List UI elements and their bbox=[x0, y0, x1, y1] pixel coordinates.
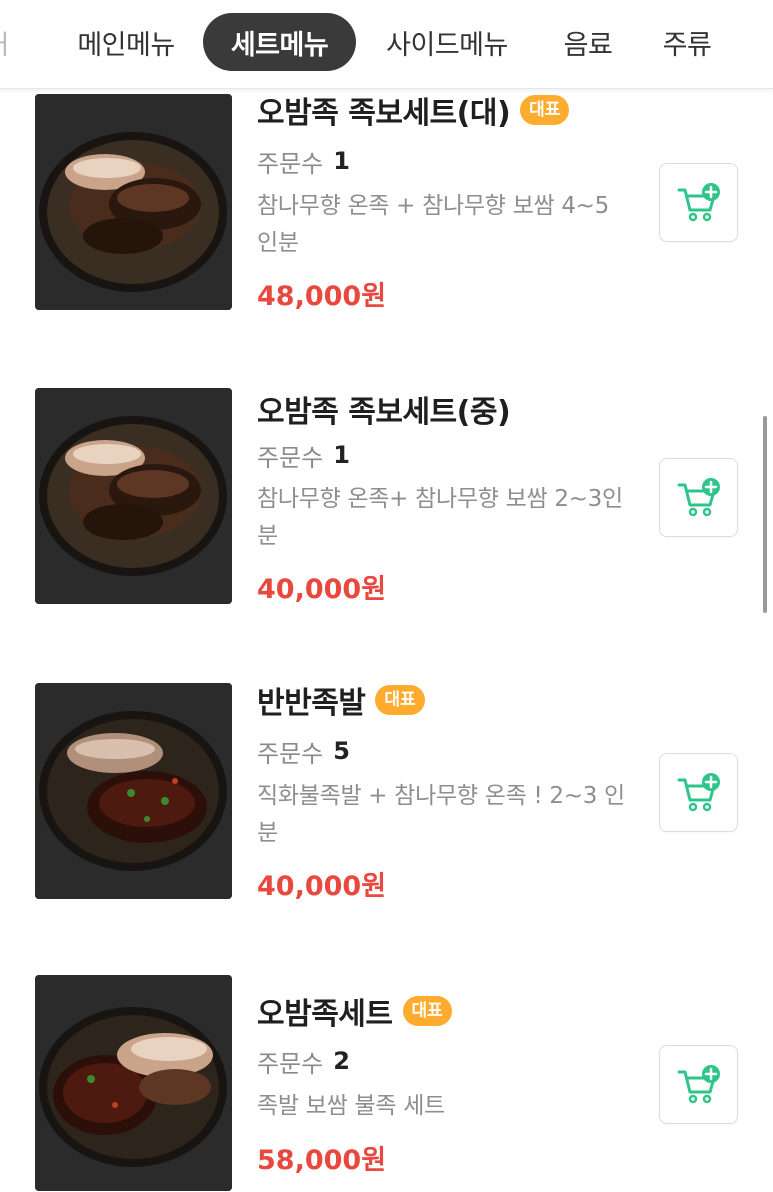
cart-add-icon bbox=[677, 772, 720, 811]
order-count-row: 주문수 5 bbox=[257, 733, 350, 769]
menu-item[interactable]: 오밤족 족보세트(중) 주문수 1 참나무향 온족+ 참나무향 보쌈 2~3인분… bbox=[0, 349, 773, 643]
signature-badge: 대표 bbox=[402, 996, 452, 1026]
menu-item-description: 참나무향 온족+ 참나무향 보쌈 2~3인분 bbox=[257, 486, 623, 549]
food-photo-icon bbox=[35, 683, 232, 899]
category-tab-bar: ㅓ 메인메뉴 세트메뉴 사이드메뉴 음료 주류 bbox=[0, 0, 773, 89]
add-to-cart-button[interactable] bbox=[659, 753, 738, 832]
tab-drinks[interactable]: 음료 bbox=[553, 13, 623, 71]
vertical-scrollbar[interactable] bbox=[763, 416, 767, 613]
add-to-cart-button[interactable] bbox=[659, 1045, 738, 1124]
menu-item-name: 오밤족 족보세트(대) bbox=[257, 96, 511, 131]
menu-item-description: 참나무향 온족 + 참나무향 보쌈 4~5인분 bbox=[257, 193, 609, 256]
signature-badge: 대표 bbox=[520, 95, 570, 125]
tab-label: 세트메뉴 bbox=[230, 29, 329, 61]
menu-item-title-row: 반반족발 대표 bbox=[257, 678, 425, 722]
set-menu-screen: ㅓ 메인메뉴 세트메뉴 사이드메뉴 음료 주류 오밤족 족보세트(대) 대표 주… bbox=[0, 0, 773, 1192]
menu-item-title-row: 오밤족 족보세트(중) bbox=[257, 387, 511, 431]
menu-item-photo bbox=[35, 975, 232, 1191]
cart-add-icon bbox=[677, 477, 720, 516]
menu-item-name: 반반족발 bbox=[257, 686, 366, 721]
menu-item-title-row: 오밤족 족보세트(대) 대표 bbox=[257, 88, 570, 132]
tab-set-menu[interactable]: 세트메뉴 bbox=[203, 13, 356, 71]
order-count-row: 주문수 1 bbox=[257, 143, 350, 179]
tab-label: 음료 bbox=[563, 29, 613, 61]
menu-item-name: 오밤족세트 bbox=[257, 997, 393, 1032]
order-count-value: 5 bbox=[333, 737, 350, 765]
order-count-label: 주문수 bbox=[257, 739, 324, 768]
tab-label: 메인메뉴 bbox=[77, 29, 175, 61]
tab-main-menu[interactable]: 메인메뉴 bbox=[66, 13, 186, 71]
order-count-label: 주문수 bbox=[257, 1049, 324, 1078]
cart-add-icon bbox=[677, 182, 720, 221]
food-photo-icon bbox=[35, 94, 232, 310]
order-count-value: 2 bbox=[333, 1047, 350, 1075]
menu-item-photo bbox=[35, 388, 232, 604]
menu-item-price: 40,000원 bbox=[257, 573, 387, 605]
add-to-cart-button[interactable] bbox=[659, 163, 738, 242]
order-count-label: 주문수 bbox=[257, 149, 324, 178]
add-to-cart-button[interactable] bbox=[659, 458, 738, 537]
order-count-label: 주문수 bbox=[257, 443, 324, 472]
order-count-value: 1 bbox=[333, 441, 350, 469]
menu-item-price: 58,000원 bbox=[257, 1144, 387, 1176]
menu-item-price: 40,000원 bbox=[257, 870, 387, 902]
food-photo-icon bbox=[35, 388, 232, 604]
tab-liquor[interactable]: 주류 bbox=[652, 13, 722, 71]
tab-label: 주류 bbox=[662, 29, 712, 61]
tab-side-menu[interactable]: 사이드메뉴 bbox=[372, 13, 522, 71]
tab-partial-left[interactable]: ㅓ bbox=[0, 13, 24, 71]
menu-item-description: 직화불족발 + 참나무향 온족 ! 2~3 인분 bbox=[257, 783, 625, 846]
order-count-row: 주문수 1 bbox=[257, 437, 350, 473]
menu-item[interactable]: 반반족발 대표 주문수 5 직화불족발 + 참나무향 온족 ! 2~3 인분 4… bbox=[0, 642, 773, 940]
menu-item-price: 48,000원 bbox=[257, 280, 387, 312]
order-count-row: 주문수 2 bbox=[257, 1043, 350, 1079]
menu-item-name: 오밤족 족보세트(중) bbox=[257, 395, 511, 430]
cart-add-icon bbox=[677, 1064, 720, 1103]
signature-badge: 대표 bbox=[375, 685, 425, 715]
menu-item-photo bbox=[35, 94, 232, 310]
menu-item-title-row: 오밤족세트 대표 bbox=[257, 989, 452, 1033]
menu-item-photo bbox=[35, 683, 232, 899]
order-count-value: 1 bbox=[333, 147, 350, 175]
menu-item[interactable]: 오밤족세트 대표 주문수 2 족발 보쌈 불족 세트 58,000원 bbox=[0, 939, 773, 1192]
menu-item-description: 족발 보쌈 불족 세트 bbox=[257, 1093, 445, 1119]
food-photo-icon bbox=[35, 975, 232, 1191]
tab-label: 사이드메뉴 bbox=[386, 29, 508, 61]
